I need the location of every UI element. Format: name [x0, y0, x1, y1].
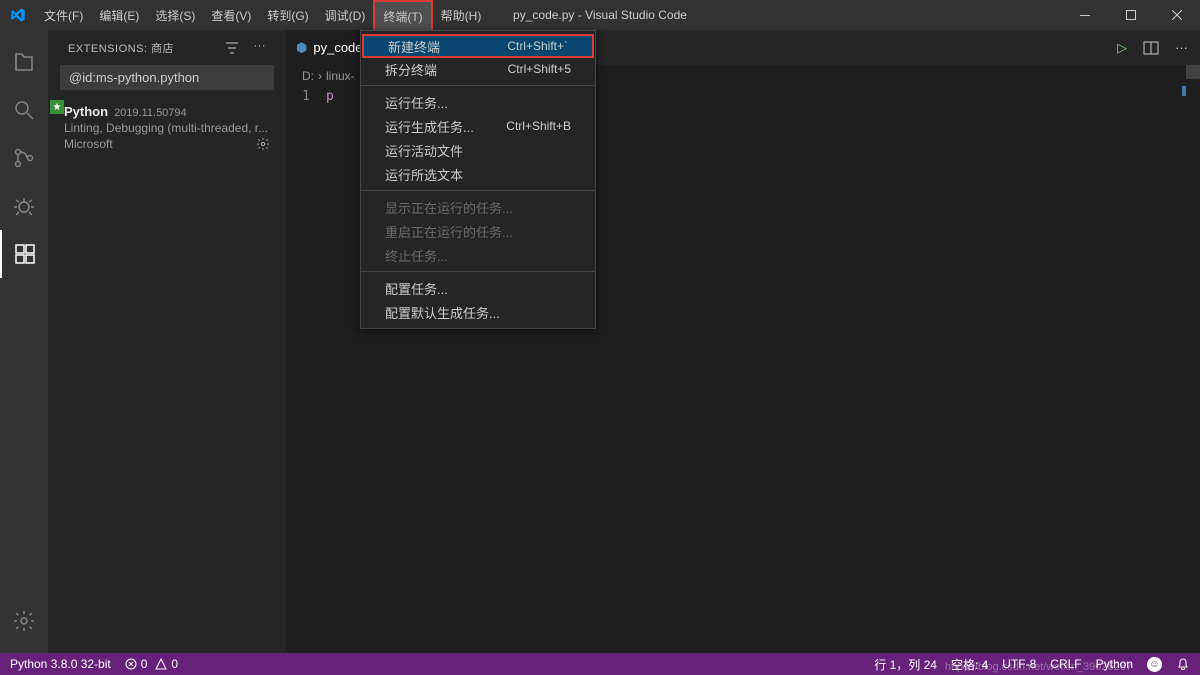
tab-label: py_code	[313, 40, 362, 55]
sidebar: EXTENSIONS: 商店 ··· @id:ms-python.python …	[48, 30, 286, 653]
extension-desc: Linting, Debugging (multi-threaded, r...	[64, 121, 270, 135]
menu-select[interactable]: 选择(S)	[147, 0, 203, 30]
dropdown-item[interactable]: 运行生成任务...Ctrl+Shift+B	[361, 114, 595, 138]
status-lang[interactable]: Python	[1096, 657, 1133, 671]
dropdown-separator	[361, 85, 595, 86]
extension-name: Python	[64, 104, 108, 119]
dropdown-item[interactable]: 运行任务...	[361, 90, 595, 114]
dropdown-item[interactable]: 配置任务...	[361, 276, 595, 300]
search-icon[interactable]	[0, 86, 48, 134]
status-spaces[interactable]: 空格: 4	[951, 656, 988, 673]
statusbar: Python 3.8.0 32-bit 0 0 行 1，列 24 空格: 4 U…	[0, 653, 1200, 675]
dropdown-item[interactable]: 运行活动文件	[361, 138, 595, 162]
dropdown-separator	[361, 190, 595, 191]
dropdown-item[interactable]: 运行所选文本	[361, 162, 595, 186]
menubar: 文件(F) 编辑(E) 选择(S) 查看(V) 转到(G) 调试(D) 终端(T…	[36, 0, 489, 30]
close-button[interactable]	[1154, 0, 1200, 30]
window-controls	[1062, 0, 1200, 30]
terminal-dropdown: 新建终端Ctrl+Shift+`拆分终端Ctrl+Shift+5运行任务...运…	[360, 30, 596, 329]
minimap[interactable]	[1182, 86, 1186, 96]
dropdown-item[interactable]: 新建终端Ctrl+Shift+`	[362, 34, 594, 58]
dropdown-item: 重启正在运行的任务...	[361, 219, 595, 243]
extension-author: Microsoft	[64, 137, 113, 151]
star-badge-icon: ★	[50, 100, 64, 114]
vscode-logo-icon	[10, 7, 26, 23]
code-text: p	[326, 89, 334, 104]
more-icon[interactable]: ···	[254, 40, 267, 56]
line-number: 1	[286, 89, 326, 104]
titlebar: 文件(F) 编辑(E) 选择(S) 查看(V) 转到(G) 调试(D) 终端(T…	[0, 0, 1200, 30]
extension-version: 2019.11.50794	[114, 107, 187, 119]
extension-item[interactable]: ★ Python 2019.11.50794 Linting, Debugging…	[48, 98, 286, 157]
status-encoding[interactable]: UTF-8	[1002, 657, 1036, 671]
extension-search-input[interactable]: @id:ms-python.python	[60, 65, 274, 90]
editor-more-icon[interactable]: ···	[1175, 40, 1188, 56]
feedback-icon[interactable]: ☺	[1147, 657, 1162, 672]
split-editor-icon[interactable]	[1143, 40, 1159, 56]
extensions-icon[interactable]	[0, 230, 48, 278]
dropdown-separator	[361, 271, 595, 272]
menu-debug[interactable]: 调试(D)	[317, 0, 374, 30]
sidebar-header: EXTENSIONS: 商店 ···	[48, 30, 286, 65]
notifications-icon[interactable]	[1176, 657, 1190, 671]
status-problems[interactable]: 0 0	[125, 657, 178, 671]
sidebar-title: EXTENSIONS: 商店	[68, 40, 174, 56]
dropdown-item[interactable]: 拆分终端Ctrl+Shift+5	[361, 57, 595, 81]
scm-icon[interactable]	[0, 134, 48, 182]
dropdown-item: 终止任务...	[361, 243, 595, 267]
window-title: py_code.py - Visual Studio Code	[513, 8, 687, 22]
debug-icon[interactable]	[0, 182, 48, 230]
menu-file[interactable]: 文件(F)	[36, 0, 91, 30]
menu-view[interactable]: 查看(V)	[203, 0, 259, 30]
status-python[interactable]: Python 3.8.0 32-bit	[10, 657, 111, 671]
status-linecol[interactable]: 行 1，列 24	[874, 656, 937, 673]
menu-goto[interactable]: 转到(G)	[259, 0, 316, 30]
dropdown-item: 显示正在运行的任务...	[361, 195, 595, 219]
filter-icon[interactable]	[224, 40, 240, 56]
status-eol[interactable]: CRLF	[1050, 657, 1081, 671]
extension-gear-icon[interactable]	[256, 137, 270, 151]
minimize-button[interactable]	[1062, 0, 1108, 30]
explorer-icon[interactable]	[0, 38, 48, 86]
activitybar	[0, 30, 48, 653]
menu-help[interactable]: 帮助(H)	[433, 0, 490, 30]
dropdown-item[interactable]: 配置默认生成任务...	[361, 300, 595, 324]
menu-terminal[interactable]: 终端(T)	[373, 0, 432, 30]
python-file-icon: ⬢	[296, 40, 307, 56]
maximize-button[interactable]	[1108, 0, 1154, 30]
menu-edit[interactable]: 编辑(E)	[91, 0, 147, 30]
scrollbar[interactable]	[1186, 65, 1200, 79]
run-icon[interactable]: ▷	[1117, 40, 1127, 56]
settings-icon[interactable]	[0, 597, 48, 645]
